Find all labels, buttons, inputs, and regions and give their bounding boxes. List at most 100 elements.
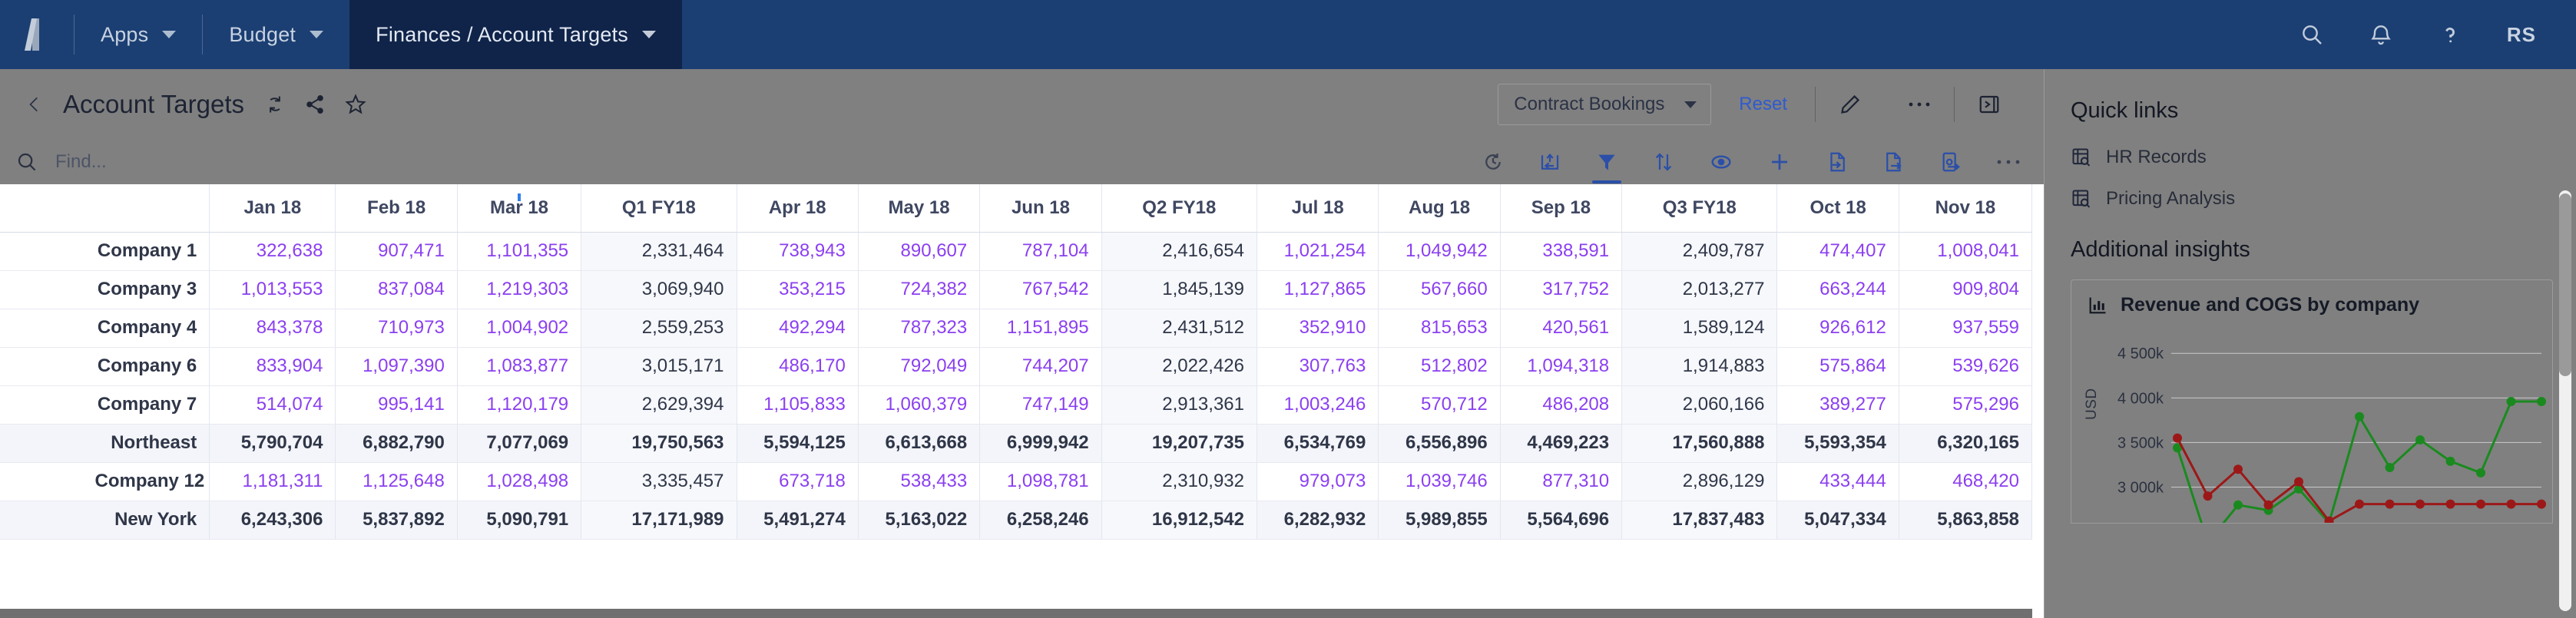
insight-card-revenue-cogs[interactable]: Revenue and COGS by company USD 3 000k 3 …: [2071, 279, 2553, 524]
search-icon[interactable]: [2300, 22, 2324, 47]
cell-oct-18[interactable]: 5,047,334: [1776, 500, 1899, 540]
cell-nov-18[interactable]: 937,559: [1899, 309, 2033, 348]
nav-item-apps[interactable]: Apps: [74, 0, 202, 69]
cell-jun-18[interactable]: 1,098,781: [979, 462, 1102, 501]
cell-oct-18[interactable]: 926,612: [1776, 309, 1899, 348]
more-horizontal-icon[interactable]: [1885, 101, 1954, 108]
cell-aug-18[interactable]: 1,039,746: [1378, 462, 1501, 501]
cell-sep-18[interactable]: 338,591: [1500, 232, 1623, 271]
cell-feb-18[interactable]: 710,973: [335, 309, 458, 348]
cell-jun-18[interactable]: 6,258,246: [979, 500, 1102, 540]
cell-sep-18[interactable]: 5,564,696: [1500, 500, 1623, 540]
context-selector-contract-bookings[interactable]: Contract Bookings: [1498, 84, 1712, 125]
cell-nov-18[interactable]: 1,008,041: [1899, 232, 2033, 271]
cell-aug-18[interactable]: 5,989,855: [1378, 500, 1501, 540]
cell-q1-fy18[interactable]: 3,335,457: [581, 462, 737, 501]
cell-sep-18[interactable]: 486,208: [1500, 385, 1623, 425]
cell-feb-18[interactable]: 5,837,892: [335, 500, 458, 540]
cell-nov-18[interactable]: 575,296: [1899, 385, 2033, 425]
table-total-row[interactable]: Northeast 5,790,704 6,882,790 7,077,069 19,7…: [0, 423, 2033, 463]
cell-nov-18[interactable]: 909,804: [1899, 270, 2033, 309]
cell-nov-18[interactable]: 5,863,858: [1899, 500, 2033, 540]
more-horizontal-icon[interactable]: [1996, 158, 2021, 166]
cell-feb-18[interactable]: 1,125,648: [335, 462, 458, 501]
horizontal-scrollbar[interactable]: [0, 609, 2032, 618]
cell-jan-18[interactable]: 5,790,704: [209, 423, 336, 463]
cell-oct-18[interactable]: 5,593,354: [1776, 423, 1899, 463]
cell-feb-18[interactable]: 6,882,790: [335, 423, 458, 463]
column-header-jun-18[interactable]: Jun 18: [979, 184, 1102, 233]
cell-may-18[interactable]: 6,613,668: [858, 423, 981, 463]
table-row[interactable]: Company 3 1,013,553 837,084 1,219,303 3,069,…: [0, 270, 2033, 309]
cell-q2-fy18[interactable]: 1,845,139: [1101, 270, 1258, 309]
column-header-mar-18[interactable]: Mar 18: [457, 184, 582, 233]
cell-jul-18[interactable]: 307,763: [1257, 347, 1379, 386]
sort-icon[interactable]: [1652, 150, 1675, 174]
cell-jun-18[interactable]: 787,104: [979, 232, 1102, 271]
cell-feb-18[interactable]: 1,097,390: [335, 347, 458, 386]
cell-q1-fy18[interactable]: 3,069,940: [581, 270, 737, 309]
table-row[interactable]: Company 12 1,181,311 1,125,648 1,028,498 3,3…: [0, 462, 2033, 501]
back-chevron-icon[interactable]: [18, 91, 55, 117]
cell-q1-fy18[interactable]: 2,331,464: [581, 232, 737, 271]
refresh-sync-icon[interactable]: [264, 94, 286, 115]
cell-nov-18[interactable]: 539,626: [1899, 347, 2033, 386]
row-header-cell[interactable]: Northeast: [0, 423, 210, 463]
cell-jun-18[interactable]: 767,542: [979, 270, 1102, 309]
cell-nov-18[interactable]: 468,420: [1899, 462, 2033, 501]
cell-apr-18[interactable]: 673,718: [737, 462, 859, 501]
show-hide-eye-icon[interactable]: [1709, 150, 1733, 174]
cell-q2-fy18[interactable]: 16,912,542: [1101, 500, 1258, 540]
cell-mar-18[interactable]: 1,083,877: [457, 347, 582, 386]
cell-oct-18[interactable]: 663,244: [1776, 270, 1899, 309]
column-header-may-18[interactable]: May 18: [858, 184, 981, 233]
column-header-jul-18[interactable]: Jul 18: [1257, 184, 1379, 233]
cell-feb-18[interactable]: 995,141: [335, 385, 458, 425]
pencil-edit-icon[interactable]: [1816, 93, 1885, 116]
cell-q3-fy18[interactable]: 2,013,277: [1621, 270, 1778, 309]
cell-jul-18[interactable]: 352,910: [1257, 309, 1379, 348]
import-icon[interactable]: [1826, 150, 1849, 174]
cell-jun-18[interactable]: 744,207: [979, 347, 1102, 386]
cell-may-18[interactable]: 5,163,022: [858, 500, 981, 540]
row-header-cell[interactable]: Company 12: [0, 462, 210, 501]
cell-aug-18[interactable]: 6,556,896: [1378, 423, 1501, 463]
cell-q2-fy18[interactable]: 2,022,426: [1101, 347, 1258, 386]
cell-q2-fy18[interactable]: 19,207,735: [1101, 423, 1258, 463]
data-grid[interactable]: Jan 18 Feb 18 Mar 18 Q1 FY18 Apr 18 May …: [0, 184, 2044, 618]
cell-may-18[interactable]: 724,382: [858, 270, 981, 309]
cell-q1-fy18[interactable]: 2,559,253: [581, 309, 737, 348]
cell-oct-18[interactable]: 575,864: [1776, 347, 1899, 386]
cell-apr-18[interactable]: 1,105,833: [737, 385, 859, 425]
cell-feb-18[interactable]: 837,084: [335, 270, 458, 309]
cell-jul-18[interactable]: 6,534,769: [1257, 423, 1379, 463]
table-row[interactable]: Company 4 843,378 710,973 1,004,902 2,559,25…: [0, 309, 2033, 348]
cell-apr-18[interactable]: 5,594,125: [737, 423, 859, 463]
cell-nov-18[interactable]: 6,320,165: [1899, 423, 2033, 463]
collapse-right-panel-icon[interactable]: [1955, 93, 2024, 116]
cell-may-18[interactable]: 1,060,379: [858, 385, 981, 425]
export-icon[interactable]: [1882, 150, 1906, 174]
cell-q3-fy18[interactable]: 1,914,883: [1621, 347, 1778, 386]
anaplan-logo-icon[interactable]: [0, 0, 74, 69]
table-row[interactable]: Company 7 514,074 995,141 1,120,179 2,629,39…: [0, 385, 2033, 425]
row-header-cell[interactable]: Company 7: [0, 385, 210, 425]
notifications-bell-icon[interactable]: [2369, 22, 2393, 47]
column-header-q2-fy18[interactable]: Q2 FY18: [1101, 184, 1258, 233]
help-question-icon[interactable]: [2438, 22, 2462, 47]
row-header-cell[interactable]: New York: [0, 500, 210, 540]
cell-jul-18[interactable]: 1,003,246: [1257, 385, 1379, 425]
cell-mar-18[interactable]: 7,077,069: [457, 423, 582, 463]
nav-item-finances-account-targets[interactable]: Finances / Account Targets: [349, 0, 683, 69]
cell-q2-fy18[interactable]: 2,416,654: [1101, 232, 1258, 271]
cell-q1-fy18[interactable]: 17,171,989: [581, 500, 737, 540]
cell-aug-18[interactable]: 570,712: [1378, 385, 1501, 425]
cell-q2-fy18[interactable]: 2,310,932: [1101, 462, 1258, 501]
cell-oct-18[interactable]: 474,407: [1776, 232, 1899, 271]
column-header-apr-18[interactable]: Apr 18: [737, 184, 859, 233]
cell-aug-18[interactable]: 512,802: [1378, 347, 1501, 386]
row-header-cell[interactable]: Company 4: [0, 309, 210, 348]
add-plus-icon[interactable]: [1767, 150, 1792, 174]
share-icon[interactable]: [304, 94, 326, 115]
cell-jun-18[interactable]: 1,151,895: [979, 309, 1102, 348]
